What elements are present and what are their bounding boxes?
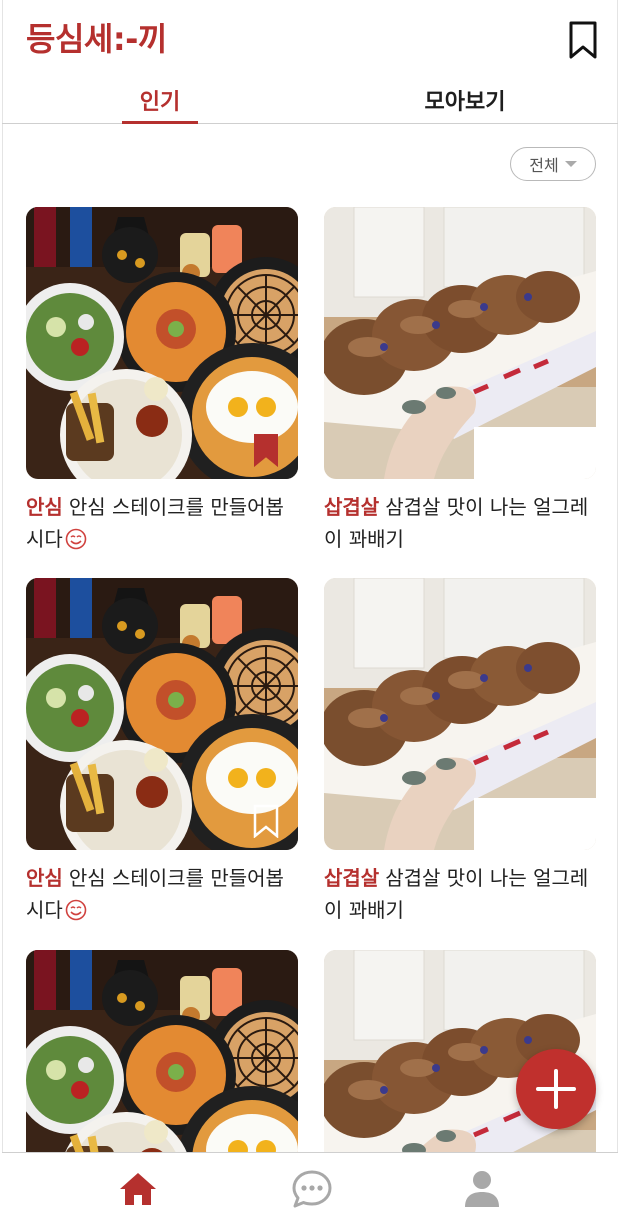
recipe-tag: 안심 — [26, 495, 63, 519]
recipe-card[interactable]: 안심 안심 스테이크를 만들어봅시다 — [26, 578, 298, 926]
bookmark-outline-icon[interactable] — [252, 804, 280, 838]
recipe-title-row: 안심 안심 스테이크를 만들어봅시다 — [26, 491, 298, 555]
recipe-tag: 안심 — [26, 866, 63, 890]
recipe-image[interactable] — [26, 578, 298, 850]
recipe-card[interactable]: 삽겹살 삼겹살 맛이 나는 얼그레이 꽈배기 — [324, 207, 596, 555]
recipe-title-row: 삽겹살 삼겹살 맛이 나는 얼그레이 꽈배기 — [324, 862, 596, 926]
smiling-face-icon — [65, 528, 87, 550]
recipe-card[interactable]: 안심 안심 스테이크를 만들어봅시다 — [26, 207, 298, 555]
active-tab-indicator — [122, 121, 198, 124]
bookmark-outline-icon[interactable] — [566, 20, 600, 60]
add-recipe-button[interactable] — [516, 1049, 596, 1129]
filter-label: 전체 — [529, 156, 559, 175]
app-title: 등심세:-끼 — [26, 20, 167, 58]
tab-collection[interactable]: 모아보기 — [400, 84, 530, 116]
recipe-tag: 삽겹살 — [324, 495, 380, 519]
recipe-card[interactable]: 삽겹살 삼겹살 맛이 나는 얼그레이 꽈배기 — [324, 578, 596, 926]
recipe-title-row: 안심 안심 스테이크를 만들어봅시다 — [26, 862, 298, 926]
recipe-image[interactable] — [324, 578, 596, 850]
recipe-title-row: 삽겹살 삼겹살 맛이 나는 얼그레이 꽈배기 — [324, 491, 596, 555]
caret-down-icon — [564, 161, 577, 167]
bookmark-outline-icon[interactable] — [550, 433, 578, 467]
user-icon[interactable] — [460, 1167, 504, 1211]
category-filter-dropdown[interactable]: 전체 — [510, 147, 596, 181]
bookmark-outline-icon[interactable] — [550, 804, 578, 838]
home-icon[interactable] — [116, 1167, 160, 1211]
recipe-tag: 삽겹살 — [324, 866, 380, 890]
bookmark-filled-icon[interactable] — [252, 433, 280, 467]
bottom-navigation — [2, 1152, 618, 1229]
tab-popular[interactable]: 인기 — [122, 84, 198, 116]
chat-bubble-icon[interactable] — [290, 1167, 334, 1211]
smiling-face-icon — [65, 899, 87, 921]
tabs-divider — [2, 123, 618, 124]
recipe-image[interactable] — [324, 207, 596, 479]
plus-icon — [536, 1069, 576, 1109]
recipe-image[interactable] — [26, 207, 298, 479]
